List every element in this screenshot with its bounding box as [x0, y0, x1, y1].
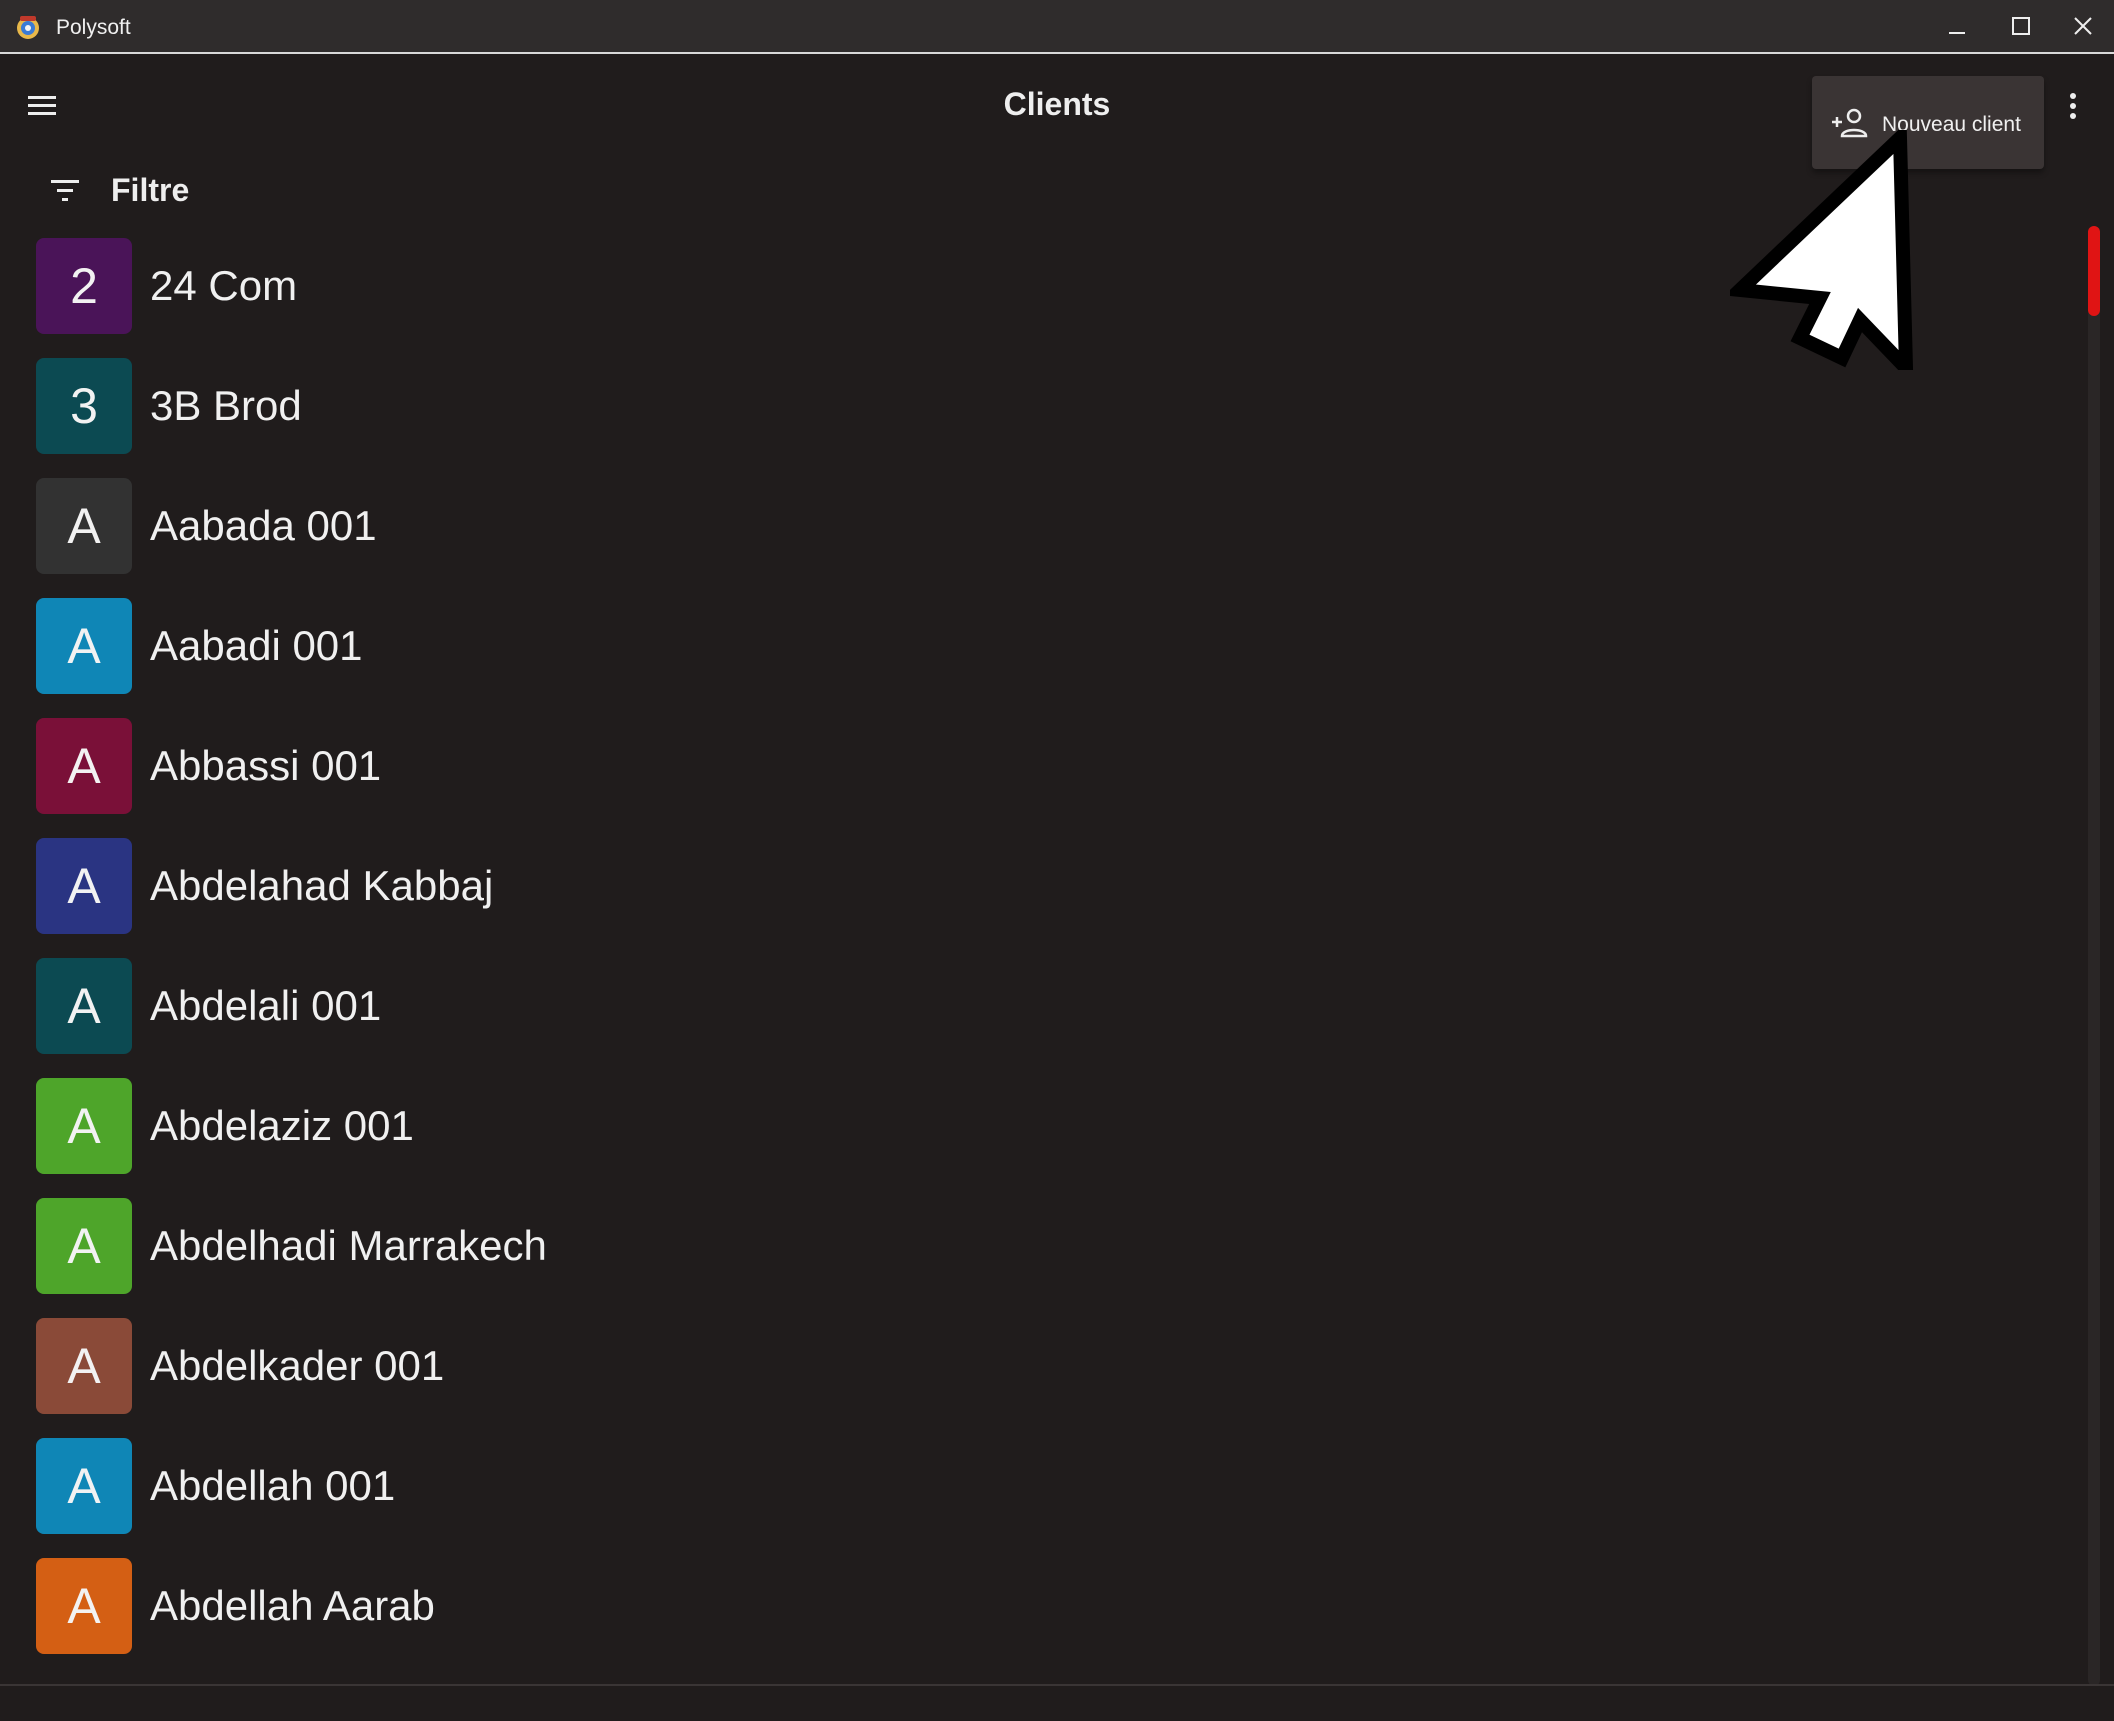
client-name: 3B Brod: [150, 382, 302, 429]
client-name: Aabadi 001: [150, 622, 363, 669]
client-row[interactable]: A Abdelali 001: [36, 958, 2056, 1078]
client-row[interactable]: A Abbassi 001: [36, 718, 2056, 838]
page-title: Clients: [1003, 86, 1111, 122]
client-avatar: A: [36, 598, 132, 694]
client-row[interactable]: A Abdelahad Kabbaj: [36, 838, 2056, 958]
client-avatar: A: [36, 1318, 132, 1414]
client-row[interactable]: A Abdelkader 001: [36, 1318, 2056, 1438]
client-avatar: A: [36, 1198, 132, 1294]
client-avatar: A: [36, 838, 132, 934]
client-row[interactable]: A Abdellah Aarab: [36, 1558, 2056, 1678]
window-titlebar[interactable]: Polysoft: [0, 0, 2114, 54]
client-name: Abdellah Aarab: [150, 1582, 435, 1629]
client-row[interactable]: A Aabadi 001: [36, 598, 2056, 718]
app-logo-icon: [17, 16, 39, 39]
vertical-scrollbar[interactable]: [2088, 226, 2100, 1686]
client-row[interactable]: A Abdelaziz 001: [36, 1078, 2056, 1198]
bottom-divider: [0, 1684, 2114, 1686]
filter-label: Filtre: [111, 172, 190, 208]
client-name: Abdelahad Kabbaj: [150, 862, 494, 909]
maximize-button[interactable]: [1990, 0, 2052, 52]
client-name: Abdellah 001: [150, 1462, 396, 1509]
more-vert-icon: [2070, 93, 2076, 119]
maximize-icon: [2012, 17, 2030, 35]
client-row[interactable]: A Abdelhadi Marrakech: [36, 1198, 2056, 1318]
mouse-cursor-icon: [1730, 130, 1914, 370]
client-row[interactable]: A Aabada 001: [36, 478, 2056, 598]
client-avatar: 3: [36, 358, 132, 454]
client-name: Abdelhadi Marrakech: [150, 1222, 547, 1269]
client-list[interactable]: 2 24 Com 3 3B Brod A Aabada 001 A Aabadi…: [36, 238, 2056, 1678]
minimize-button[interactable]: [1926, 0, 1988, 52]
client-name: Abbassi 001: [150, 742, 382, 789]
client-name: Abdelali 001: [150, 982, 382, 1029]
client-avatar: A: [36, 718, 132, 814]
client-avatar: A: [36, 1558, 132, 1654]
minimize-icon: [1949, 32, 1965, 34]
filter-icon: [51, 180, 79, 201]
close-icon: [2074, 17, 2092, 35]
scrollbar-thumb[interactable]: [2088, 226, 2100, 316]
client-name: 24 Com: [150, 262, 298, 309]
client-name: Aabada 001: [150, 502, 377, 549]
client-avatar: A: [36, 478, 132, 574]
client-name: Abdelkader 001: [150, 1342, 445, 1389]
close-button[interactable]: [2052, 0, 2114, 52]
client-row[interactable]: A Abdellah 001: [36, 1438, 2056, 1558]
client-row[interactable]: 3 3B Brod: [36, 358, 2056, 478]
window-title: Polysoft: [56, 16, 131, 39]
client-name: Abdelaziz 001: [150, 1102, 414, 1149]
more-options-button[interactable]: [2060, 88, 2086, 124]
client-avatar: 2: [36, 238, 132, 334]
client-avatar: A: [36, 1078, 132, 1174]
client-avatar: A: [36, 958, 132, 1054]
client-avatar: A: [36, 1438, 132, 1534]
